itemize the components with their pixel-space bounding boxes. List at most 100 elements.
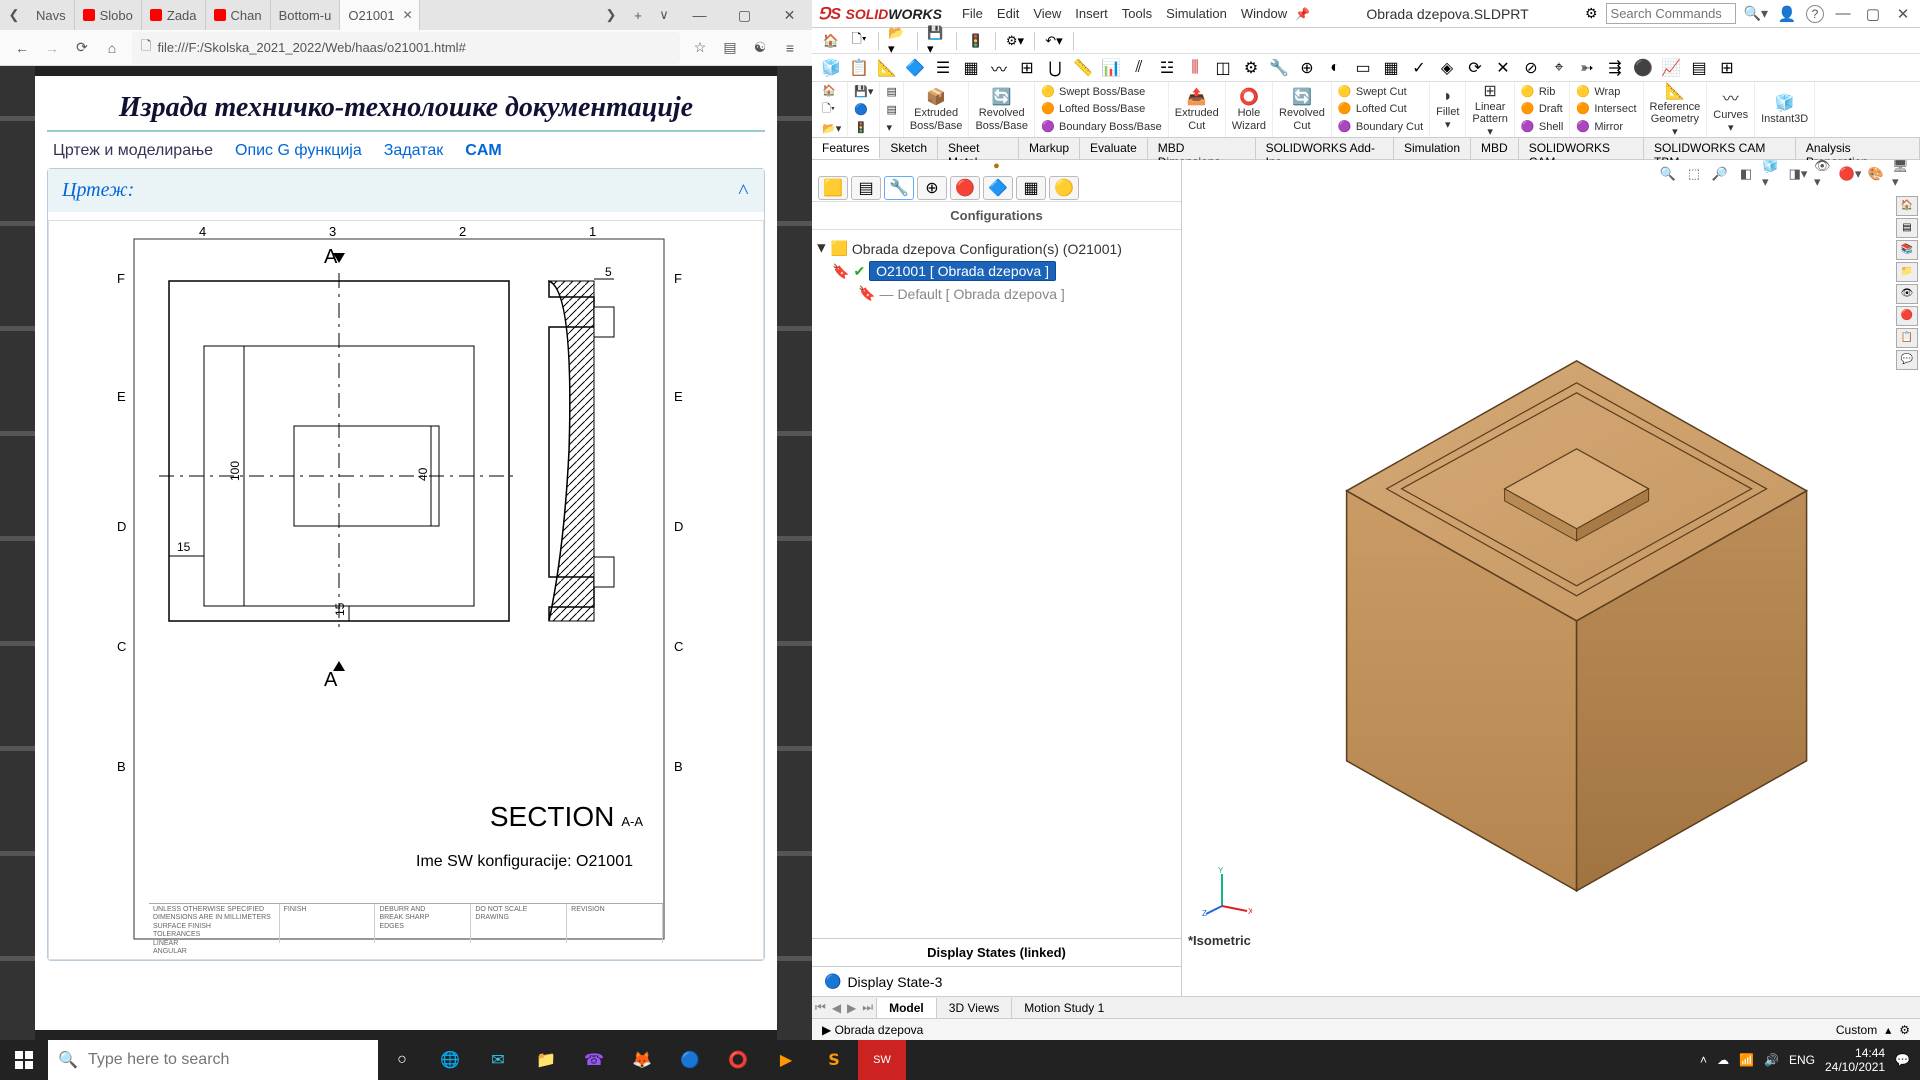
btab-motion[interactable]: Motion Study 1: [1011, 998, 1116, 1018]
taskbar-firefox[interactable]: 🦊: [618, 1040, 666, 1080]
browser-tab[interactable]: O21001✕: [340, 0, 420, 30]
taskpane-forum[interactable]: 💬: [1896, 350, 1918, 370]
tree-tab-feature[interactable]: 🟨: [818, 176, 848, 200]
tray-clock[interactable]: 14:44 24/10/2021: [1825, 1046, 1885, 1075]
toolbar-icon[interactable]: ▭: [1352, 57, 1374, 79]
btab-first[interactable]: ⏮: [812, 1000, 829, 1015]
sw-search-input[interactable]: [1606, 3, 1736, 24]
cmdtab-sketch[interactable]: Sketch: [880, 138, 938, 159]
new-tab-button[interactable]: +: [625, 8, 651, 23]
ribbon-open[interactable]: 📂▾: [822, 122, 841, 135]
tab-scroll-right[interactable]: ❯: [597, 7, 625, 23]
appearance-icon[interactable]: 🔴▾: [1840, 164, 1860, 184]
status-icon[interactable]: ⚙: [1899, 1023, 1910, 1037]
btab-last[interactable]: ⏭: [859, 1000, 876, 1015]
cmdtab-evaluate[interactable]: Evaluate: [1080, 138, 1148, 159]
qat-new-icon[interactable]: 🗋▾: [848, 31, 870, 51]
cmdtab-solidworks-cam[interactable]: SOLIDWORKS CAM: [1519, 138, 1644, 159]
menu-file[interactable]: File: [962, 6, 983, 21]
qat-save-icon[interactable]: 💾▾: [926, 31, 948, 51]
ribbon-item[interactable]: 🟡Wrap: [1576, 85, 1636, 99]
tab-drawing[interactable]: Цртеж и моделирање: [53, 142, 213, 160]
view-orient-icon[interactable]: 🧊▾: [1762, 164, 1782, 184]
taskbar-edge[interactable]: 🌐: [426, 1040, 474, 1080]
tray-onedrive-icon[interactable]: ☁: [1717, 1053, 1729, 1067]
ribbon-item[interactable]: 🟡Swept Boss/Base: [1041, 85, 1162, 99]
toolbar-icon[interactable]: 🔷: [904, 57, 926, 79]
fillet-button[interactable]: ◗Fillet▾: [1430, 82, 1466, 137]
taskpane-appearance[interactable]: 🔴: [1896, 306, 1918, 326]
tree-tab-cam[interactable]: ▦: [1016, 176, 1046, 200]
browser-menu-icon[interactable]: ≡: [780, 40, 800, 56]
qat-print-icon[interactable]: 🚦: [965, 31, 987, 51]
window-minimize[interactable]: —: [677, 0, 722, 30]
nav-forward-icon[interactable]: →: [42, 40, 62, 56]
sw-help-icon[interactable]: ?: [1806, 5, 1824, 23]
toolbar-icon[interactable]: ⌖: [1548, 57, 1570, 79]
taskbar-viber[interactable]: ☎: [570, 1040, 618, 1080]
ribbon-item[interactable]: 🟣Mirror: [1576, 120, 1636, 134]
nav-back-icon[interactable]: ←: [12, 40, 32, 56]
taskbar-solidworks[interactable]: SW: [858, 1040, 906, 1080]
cmdtab-markup[interactable]: Markup: [1019, 138, 1080, 159]
cmdtab-mbd[interactable]: MBD: [1471, 138, 1519, 159]
taskbar-cortana[interactable]: ○: [378, 1040, 426, 1080]
collapse-header[interactable]: Цртеж: ˄: [48, 169, 764, 212]
toolbar-icon[interactable]: 📈: [1660, 57, 1682, 79]
zoom-area-icon[interactable]: ⬚: [1684, 164, 1704, 184]
sw-3d-viewport[interactable]: 🔍 ⬚ 🔎 ◧ 🧊▾ ◨▾ 👁▾ 🔴▾ 🎨 🖥▾ 🏠 ▤ 📚 📁 👁 🔴 📋: [1182, 160, 1920, 996]
display-state-item[interactable]: 🔵Display State-3: [824, 973, 1169, 990]
tab-scroll-left[interactable]: ❮: [0, 7, 28, 23]
taskpane-resources[interactable]: ▤: [1896, 218, 1918, 238]
toolbar-icon[interactable]: ➳: [1576, 57, 1598, 79]
scene-icon[interactable]: 🎨: [1866, 164, 1886, 184]
ribbon-item[interactable]: 🟣Boundary Cut: [1338, 120, 1423, 134]
zoom-fit-icon[interactable]: 🔍: [1658, 164, 1678, 184]
toolbar-icon[interactable]: ◈: [1436, 57, 1458, 79]
tree-tab-config[interactable]: 🔧: [884, 176, 914, 200]
toolbar-icon[interactable]: ☳: [1156, 57, 1178, 79]
browser-tab[interactable]: Bottom-u: [271, 0, 341, 30]
taskpane-explorer[interactable]: 📁: [1896, 262, 1918, 282]
toolbar-icon[interactable]: 🧊: [820, 57, 842, 79]
tree-tab-dim[interactable]: ⊕: [917, 176, 947, 200]
curves-button[interactable]: 〰Curves▾: [1707, 82, 1755, 137]
toolbar-icon[interactable]: ▦: [1380, 57, 1402, 79]
ribbon-item[interactable]: 🟡Swept Cut: [1338, 85, 1423, 99]
sw-login-icon[interactable]: 👤: [1776, 5, 1798, 23]
ribbon-save[interactable]: 💾▾: [854, 85, 873, 98]
toolbar-icon[interactable]: ⊞: [1716, 57, 1738, 79]
taskpane-props[interactable]: 📋: [1896, 328, 1918, 348]
toolbar-icon[interactable]: ▦: [960, 57, 982, 79]
ribbon-new[interactable]: 🗋▾: [822, 100, 841, 119]
tree-root-node[interactable]: ▶ 🟨 Obrada dzepova Configuration(s) (O21…: [818, 238, 1175, 259]
ribbon-item[interactable]: 🟡Rib: [1521, 85, 1563, 99]
revolved-cut-button[interactable]: 🔄Revolved Cut: [1273, 82, 1332, 137]
unit-system[interactable]: Custom: [1836, 1023, 1877, 1037]
search-settings-icon[interactable]: ⚙: [1585, 5, 1598, 22]
ribbon-rebuild[interactable]: 🚦: [854, 121, 873, 134]
display-states-header[interactable]: Display States (linked): [812, 938, 1181, 967]
tree-tab-property[interactable]: ▤: [851, 176, 881, 200]
linear-pattern-button[interactable]: ⊞Linear Pattern▾: [1466, 82, 1514, 137]
tab-cam[interactable]: CAM: [465, 142, 501, 160]
ribbon-item[interactable]: 🟠Lofted Cut: [1338, 102, 1423, 116]
taskbar-sublime[interactable]: 𝗦: [810, 1040, 858, 1080]
unit-dropdown-icon[interactable]: ▴: [1885, 1023, 1891, 1037]
sw-minimize[interactable]: —: [1832, 5, 1854, 22]
menu-window[interactable]: Window: [1241, 6, 1287, 21]
sw-close[interactable]: ✕: [1892, 5, 1914, 23]
hide-show-icon[interactable]: 👁▾: [1814, 164, 1834, 184]
ribbon-opts[interactable]: ▤: [886, 85, 896, 98]
toolbar-icon[interactable]: ✓: [1408, 57, 1430, 79]
toolbar-icon[interactable]: ✕: [1492, 57, 1514, 79]
taskpane-home[interactable]: 🏠: [1896, 196, 1918, 216]
hole-wizard-button[interactable]: ⭕Hole Wizard: [1226, 82, 1273, 137]
tab-menu-button[interactable]: ∨: [651, 7, 677, 23]
taskbar-chrome[interactable]: 🔵: [666, 1040, 714, 1080]
pin-icon[interactable]: 📌: [1295, 7, 1310, 21]
ribbon-item[interactable]: 🟠Draft: [1521, 102, 1563, 116]
btab-model[interactable]: Model: [876, 998, 936, 1018]
toolbar-icon[interactable]: ▤: [1688, 57, 1710, 79]
ribbon-item[interactable]: 🟠Lofted Boss/Base: [1041, 102, 1162, 116]
